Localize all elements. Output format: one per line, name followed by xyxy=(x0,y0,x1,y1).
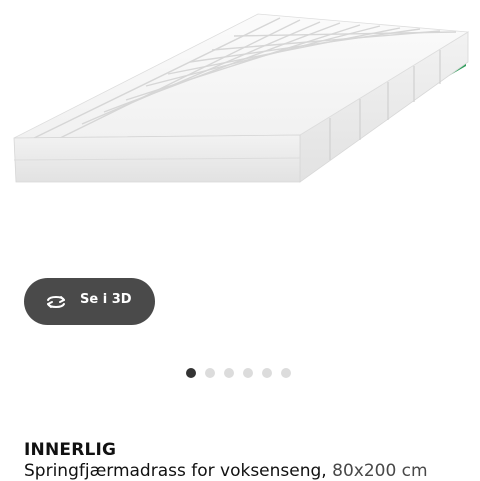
product-type: Springfjærmadrass for voksenseng, xyxy=(24,461,327,481)
product-gallery: Se i 3D xyxy=(0,0,480,378)
product-name: INNERLIG xyxy=(24,440,117,460)
pagination-dot[interactable] xyxy=(281,368,291,378)
product-description: Springfjærmadrass for voksenseng, 80x200… xyxy=(24,461,428,481)
pagination-dot[interactable] xyxy=(243,368,253,378)
pagination-dot[interactable] xyxy=(186,368,196,378)
view-in-3d-label: Se i 3D xyxy=(80,292,132,307)
rotate-3d-icon xyxy=(47,296,65,308)
product-size: 80x200 cm xyxy=(332,461,428,481)
pagination-dot[interactable] xyxy=(262,368,272,378)
mattress-image xyxy=(13,13,470,183)
gallery-pagination xyxy=(186,368,291,378)
pagination-dot[interactable] xyxy=(205,368,215,378)
view-in-3d-button[interactable]: Se i 3D xyxy=(24,278,155,325)
pagination-dot[interactable] xyxy=(224,368,234,378)
